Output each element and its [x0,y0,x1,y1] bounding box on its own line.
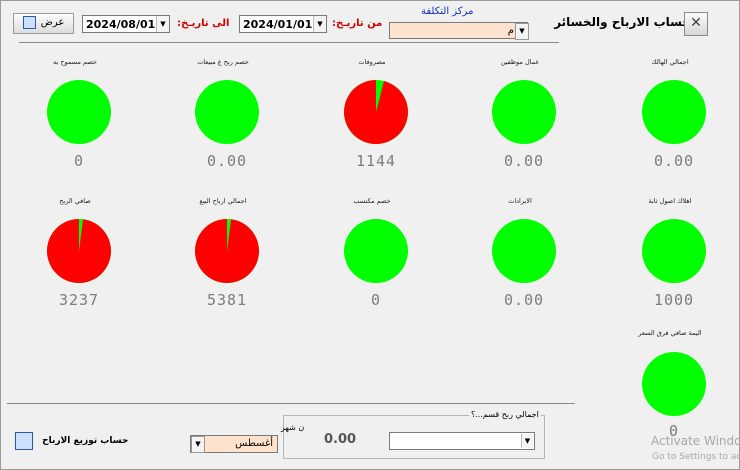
divider [7,403,575,404]
show-button-label: عرض [40,17,65,28]
activate-windows-subtext: Go to Settings to activ [652,452,740,462]
indicator-total-waste: اجمالي الهالك 0.00 [637,58,715,170]
month-value: أغسطس [235,438,273,449]
indicator-label: خصم مسموح به [53,58,97,66]
pie-slice-main [492,219,556,283]
pie-slice-main [344,219,408,283]
activate-windows-text: Activate Windo [651,434,740,448]
indicator-label: صافي الربح [59,197,91,205]
chevron-down-icon[interactable]: ▼ [191,436,205,453]
indicator-label: خصم ربح ع مبيعات [197,58,249,66]
indicator-pie [344,219,408,283]
indicator-gross-sales-profit: اجمالي ارباح البيع 5381 [190,197,268,309]
chevron-down-icon[interactable]: ▼ [313,16,326,32]
pie-slice-main [642,219,706,283]
indicator-expenses: مصروفات 1144 [339,58,417,170]
dept-profit-value: 0.00 [324,432,357,447]
calculator-icon [15,431,33,450]
indicator-pie [195,80,259,144]
pie-slice-main [195,80,259,144]
main-window: حساب الارباح والخسائر ✕ مركز التكلفة عام… [0,0,740,470]
indicator-value: 0.00 [653,152,695,170]
indicator-allowed-discount: خصم مسموح به 0 [42,58,120,170]
indicator-value: 0.00 [206,152,248,170]
to-date-picker[interactable]: 2024/08/01 ▼ [82,15,170,33]
dept-select[interactable]: ▼ [389,432,535,450]
indicator-pie [642,80,706,144]
from-date-picker[interactable]: 2024/01/01 ▼ [239,15,327,33]
from-date-value: 2024/01/01 [243,18,313,31]
indicator-pie [642,219,706,283]
indicator-value: 1000 [653,291,695,309]
indicator-pie [492,219,556,283]
chevron-down-icon[interactable]: ▼ [156,16,169,32]
pie-slice-main [47,80,111,144]
indicator-label: اليمة صافي فرق السعر [638,329,702,337]
indicator-value: 0.00 [503,152,545,170]
indicator-employees: عمال موظفين 0.00 [487,58,565,170]
dept-profit-label: اجمالي ربح قسم...؟ [469,410,541,419]
indicator-value: 0 [370,291,382,309]
indicator-label: عمال موظفين [500,58,540,66]
month-label: ن شهر [281,423,305,432]
indicator-earned-discount: خصم مكتسب 0 [339,197,417,309]
window-title: حساب الارباح والخسائر [554,15,691,29]
cost-center-label: مركز التكلفة [421,6,474,17]
indicator-label: اجمالي الهالك [651,58,689,66]
indicator-net-profit: صافي الربح 3237 [42,197,120,309]
distribute-profit-label: حساب توزيع الارباح [42,435,129,446]
to-date-value: 2024/08/01 [86,18,156,31]
show-button[interactable]: عرض [13,13,74,34]
pie-slice-main [492,80,556,144]
indicator-label: مصروفات [358,58,386,66]
divider [19,42,559,43]
indicator-pie [195,219,259,283]
indicator-value: 5381 [206,291,248,309]
indicator-price-diff: اليمة صافي فرق السعر 0 [637,329,715,440]
to-date-label: الى تاريـخ: [177,18,230,29]
indicator-label: الايرادات [508,197,532,205]
distribute-profit-button[interactable]: حساب توزيع الارباح [15,430,128,450]
chevron-down-icon[interactable]: ▼ [521,434,533,448]
indicator-pie [344,80,408,144]
indicator-value: 0.00 [503,291,545,309]
indicator-pie [47,80,111,144]
indicator-label: اجمالي ارباح البيع [199,197,247,205]
indicator-value: 3237 [58,291,100,309]
close-icon[interactable]: ✕ [684,12,708,36]
report-icon [22,15,36,29]
cost-center-select[interactable]: عام ▼ [389,22,529,40]
from-date-label: من تاريـخ: [332,18,383,29]
indicator-label: خصم مكتسب [353,197,391,205]
indicator-value: 0 [73,152,85,170]
indicator-pie [47,219,111,283]
pie-slice-main [642,352,706,416]
pie-slice-main [642,80,706,144]
indicator-pie [642,352,706,416]
indicator-sales-discount: خصم ربح ع مبيعات 0.00 [190,58,268,170]
indicator-pie [492,80,556,144]
chevron-down-icon[interactable]: ▼ [515,23,529,40]
indicator-depreciation: اهلاك اصول ثابة 1000 [637,197,715,309]
indicator-revenues: الايرادات 0.00 [487,197,565,309]
indicator-value: 1144 [355,152,397,170]
month-select[interactable]: أغسطس ▼ [190,435,278,453]
indicator-label: اهلاك اصول ثابة [648,197,692,205]
